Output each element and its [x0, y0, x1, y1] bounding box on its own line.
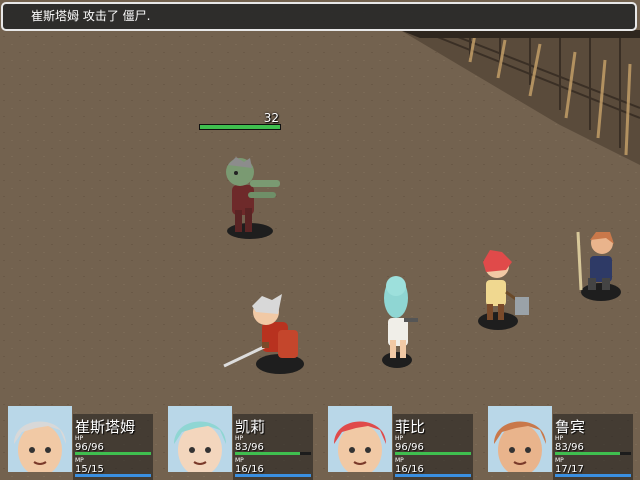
- party-member-2[interactable]: 菲比 HP 96/96 MP 16/16: [328, 406, 478, 480]
- status-box: 菲比 HP 96/96 MP 16/16: [393, 414, 473, 480]
- battle-message: 崔斯塔姆 攻击了 僵尸.: [1, 2, 637, 31]
- hp-fill: [75, 452, 151, 455]
- hp-fill: [395, 452, 471, 455]
- party-member-0[interactable]: 崔斯塔姆 HP 96/96 MP 15/15: [8, 406, 158, 480]
- face-portrait: [168, 406, 232, 472]
- face-portrait: [8, 406, 72, 472]
- status-box: 崔斯塔姆 HP 96/96 MP 15/15: [73, 414, 153, 480]
- hp-gauge: [555, 452, 631, 455]
- hp-gauge: [75, 452, 151, 455]
- party-member-1[interactable]: 凯莉 HP 83/96 MP 16/16: [168, 406, 318, 480]
- enemy-hp-value: 32: [263, 111, 279, 125]
- enemy-hp-bar: [199, 124, 281, 130]
- face-portrait: [488, 406, 552, 472]
- mp-fill: [235, 474, 311, 477]
- mp-fill: [75, 474, 151, 477]
- mp-gauge: [555, 474, 631, 477]
- mp-gauge: [235, 474, 311, 477]
- mp-fill: [555, 474, 631, 477]
- hp-fill: [235, 452, 301, 455]
- status-box: 凯莉 HP 83/96 MP 16/16: [233, 414, 313, 480]
- party-member-3[interactable]: 鲁宾 HP 83/96 MP 17/17: [488, 406, 638, 480]
- enemy-hp-gauge: 32: [199, 111, 281, 131]
- member-name: 凯莉: [235, 418, 266, 436]
- hp-gauge: [235, 452, 311, 455]
- hp-gauge: [395, 452, 471, 455]
- mp-fill: [395, 474, 471, 477]
- status-box: 鲁宾 HP 83/96 MP 17/17: [553, 414, 633, 480]
- enemy-hp-fill: [200, 125, 280, 129]
- mp-gauge: [75, 474, 151, 477]
- face-portrait: [328, 406, 392, 472]
- member-name: 鲁宾: [555, 418, 586, 436]
- member-name: 崔斯塔姆: [75, 418, 136, 436]
- member-name: 菲比: [395, 418, 426, 436]
- hp-fill: [555, 452, 621, 455]
- mp-gauge: [395, 474, 471, 477]
